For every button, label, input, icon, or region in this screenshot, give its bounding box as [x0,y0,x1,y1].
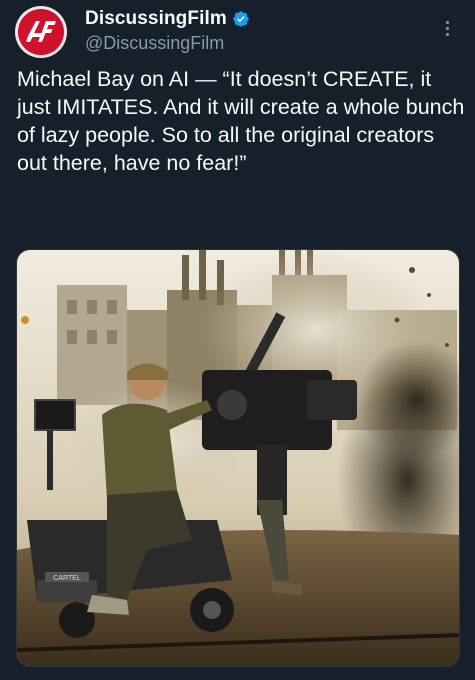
tweet: DiscussingFilm @DiscussingFilm Michael B… [0,0,475,680]
author-display-name[interactable]: DiscussingFilm [85,8,227,30]
author-names: DiscussingFilm @DiscussingFilm [85,7,250,55]
tweet-text: Michael Bay on AI — “It doesn’t CREATE, … [17,67,465,175]
tweet-header: DiscussingFilm @DiscussingFilm [15,6,460,58]
discussingfilm-logo-icon [19,10,63,54]
author-handle[interactable]: @DiscussingFilm [85,33,250,55]
avatar-logo-mark [26,21,56,42]
verified-badge-icon [233,11,249,27]
avatar[interactable] [15,6,67,58]
camera-label: CARTEL [53,575,81,582]
tweet-photo[interactable]: CARTEL [16,249,460,667]
photo-michael-bay-on-camera-rig: CARTEL [17,250,459,666]
more-options-icon[interactable] [438,14,456,42]
